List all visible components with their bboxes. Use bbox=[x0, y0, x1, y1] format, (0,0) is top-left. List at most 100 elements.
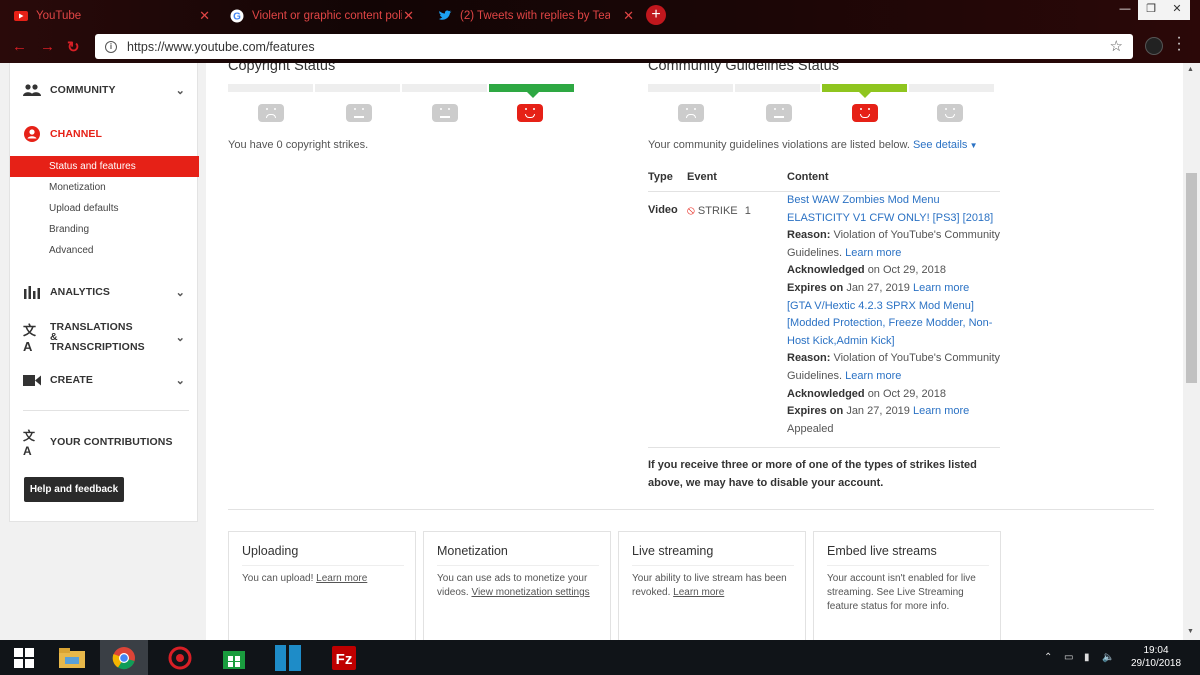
sidebar-item-create[interactable]: CREATE ⌄ bbox=[10, 365, 199, 395]
video-link[interactable]: [GTA V/Hextic 4.2.3 SPRX Mod Menu] [Modd… bbox=[787, 298, 1002, 351]
community-status-title: Community Guidelines Status bbox=[648, 63, 839, 74]
chevron-up-icon[interactable]: ⌃ bbox=[1044, 652, 1052, 663]
happy-face-icon bbox=[937, 104, 963, 122]
menu-dots-icon[interactable]: · · · bbox=[1172, 30, 1186, 58]
learn-more-link[interactable]: Learn more bbox=[913, 282, 969, 294]
chevron-down-icon[interactable]: ⌄ bbox=[176, 374, 185, 387]
browser-toolbar: ← → ↻ i https://www.youtube.com/features… bbox=[0, 30, 1200, 63]
back-arrow-icon[interactable]: ← bbox=[12, 38, 27, 55]
reload-icon[interactable]: ↻ bbox=[67, 38, 80, 56]
copyright-status-title: Copyright Status bbox=[228, 63, 336, 74]
minimize-icon[interactable]: — bbox=[1112, 0, 1138, 20]
extension-icon[interactable] bbox=[1145, 37, 1163, 55]
column-event: Event bbox=[687, 171, 717, 183]
svg-text:Fz: Fz bbox=[336, 651, 353, 668]
help-and-feedback-button[interactable]: Help and feedback bbox=[24, 477, 124, 502]
scroll-down-icon[interactable]: ▼ bbox=[1187, 628, 1194, 635]
neutral-face-icon bbox=[432, 104, 458, 122]
volume-icon[interactable]: 🔈 bbox=[1102, 652, 1114, 663]
store-icon[interactable] bbox=[210, 640, 258, 675]
caret-down-icon: ▼ bbox=[967, 141, 978, 150]
system-clock[interactable]: 19:04 29/10/2018 bbox=[1118, 644, 1194, 670]
sidebar-item-analytics[interactable]: ANALYTICS ⌄ bbox=[10, 277, 199, 307]
sidebar-item-branding[interactable]: Branding bbox=[10, 219, 199, 240]
forward-arrow-icon[interactable]: → bbox=[40, 38, 55, 55]
close-icon[interactable]: ✕ bbox=[623, 8, 634, 24]
translate-icon: 文A bbox=[23, 323, 37, 354]
video-link[interactable]: Best WAW Zombies Mod Menu ELASTICITY V1 … bbox=[787, 192, 1002, 227]
sidebar-item-advanced[interactable]: Advanced bbox=[10, 240, 199, 261]
learn-more-link[interactable]: Learn more bbox=[845, 247, 901, 259]
url-text: https://www.youtube.com/features bbox=[127, 39, 315, 54]
happy-face-icon bbox=[517, 104, 543, 122]
card-monetization: Monetization You can use ads to monetize… bbox=[423, 531, 611, 640]
sidebar-item-your-contributions[interactable]: 文A YOUR CONTRIBUTIONS bbox=[10, 427, 199, 458]
chrome-icon[interactable] bbox=[100, 640, 148, 675]
youtube-icon bbox=[14, 9, 28, 23]
sad-face-icon bbox=[258, 104, 284, 122]
close-window-icon[interactable]: ✕ bbox=[1164, 0, 1190, 20]
sidebar-item-upload-defaults[interactable]: Upload defaults bbox=[10, 198, 199, 219]
appealed-status: Appealed bbox=[787, 422, 834, 435]
main-content: Copyright Status You have 0 copyright st… bbox=[206, 63, 1183, 640]
file-explorer-icon[interactable] bbox=[48, 640, 96, 675]
vertical-scrollbar[interactable]: ▲ ▼ bbox=[1183, 63, 1200, 640]
app-icon[interactable] bbox=[264, 640, 312, 675]
chevron-down-icon[interactable]: ⌄ bbox=[176, 331, 185, 344]
sidebar-item-status-and-features[interactable]: Status and features bbox=[10, 156, 199, 177]
scroll-up-icon[interactable]: ▲ bbox=[1187, 66, 1194, 73]
strike-details: Best WAW Zombies Mod Menu ELASTICITY V1 … bbox=[787, 192, 1002, 438]
learn-more-link[interactable]: Learn more bbox=[845, 370, 901, 382]
close-icon[interactable]: ✕ bbox=[199, 8, 210, 24]
filezilla-icon[interactable]: Fz bbox=[320, 640, 368, 675]
sidebar-item-monetization[interactable]: Monetization bbox=[10, 177, 199, 198]
battery-icon[interactable]: ▮ bbox=[1084, 652, 1090, 663]
community-status-bar bbox=[648, 84, 996, 92]
learn-more-link[interactable]: Learn more bbox=[316, 573, 367, 584]
account-icon bbox=[23, 125, 41, 143]
chevron-down-icon[interactable]: ⌄ bbox=[176, 286, 185, 299]
strike-warning: If you receive three or more of one of t… bbox=[648, 459, 977, 489]
sidebar-item-community[interactable]: COMMUNITY ⌄ bbox=[10, 75, 199, 105]
strike-event: ⦸ STRIKE 1 bbox=[687, 203, 751, 217]
community-summary: Your community guidelines violations are… bbox=[648, 139, 978, 151]
column-content: Content bbox=[787, 171, 829, 183]
divider bbox=[228, 509, 1154, 510]
learn-more-link[interactable]: Learn more bbox=[673, 587, 724, 598]
card-uploading: Uploading You can upload! Learn more bbox=[228, 531, 416, 640]
new-tab-button[interactable]: + bbox=[646, 5, 666, 25]
google-icon: G bbox=[230, 9, 244, 23]
info-icon[interactable]: i bbox=[105, 40, 117, 53]
people-icon bbox=[23, 81, 41, 99]
tab-policy[interactable]: G Violent or graphic content policie ✕ bbox=[220, 2, 420, 29]
row-type: Video bbox=[648, 204, 678, 216]
view-monetization-settings-link[interactable]: View monetization settings bbox=[471, 587, 589, 598]
game-app-icon[interactable] bbox=[156, 640, 204, 675]
neutral-face-icon bbox=[766, 104, 792, 122]
network-icon[interactable]: ▭ bbox=[1064, 652, 1073, 663]
translate-icon: 文A bbox=[23, 428, 36, 458]
restore-icon[interactable]: ❐ bbox=[1138, 0, 1164, 20]
windows-taskbar: Fz ⌃ ▭ ▮ 🔈 19:04 29/10/2018 bbox=[0, 640, 1200, 675]
tab-strip: YouTube ✕ G Violent or graphic content p… bbox=[0, 0, 1200, 30]
sidebar-item-channel[interactable]: CHANNEL bbox=[10, 119, 199, 149]
prohibited-icon: ⦸ bbox=[687, 203, 695, 217]
sidebar: COMMUNITY ⌄ CHANNEL Status and features … bbox=[9, 63, 199, 522]
copyright-summary: You have 0 copyright strikes. bbox=[228, 139, 369, 151]
browser-chrome: YouTube ✕ G Violent or graphic content p… bbox=[0, 0, 1200, 63]
scrollbar-thumb[interactable] bbox=[1186, 173, 1197, 383]
sad-face-icon bbox=[678, 104, 704, 122]
video-camera-icon bbox=[23, 371, 41, 389]
status-pointer bbox=[527, 92, 539, 98]
close-icon[interactable]: ✕ bbox=[403, 8, 414, 24]
windows-start-icon[interactable] bbox=[0, 640, 48, 675]
address-bar[interactable]: i https://www.youtube.com/features ☆ bbox=[95, 34, 1133, 59]
divider bbox=[23, 410, 189, 411]
bookmark-star-icon[interactable]: ☆ bbox=[1110, 37, 1123, 55]
sidebar-item-translations[interactable]: 文A TRANSLATIONS & TRANSCRIPTIONS ⌄ bbox=[10, 321, 199, 354]
learn-more-link[interactable]: Learn more bbox=[913, 405, 969, 417]
tab-youtube[interactable]: YouTube ✕ bbox=[4, 2, 216, 29]
see-details-link[interactable]: See details bbox=[913, 139, 967, 151]
tab-twitter[interactable]: (2) Tweets with replies by Team ✕ bbox=[428, 2, 640, 29]
chevron-down-icon[interactable]: ⌄ bbox=[176, 84, 185, 97]
